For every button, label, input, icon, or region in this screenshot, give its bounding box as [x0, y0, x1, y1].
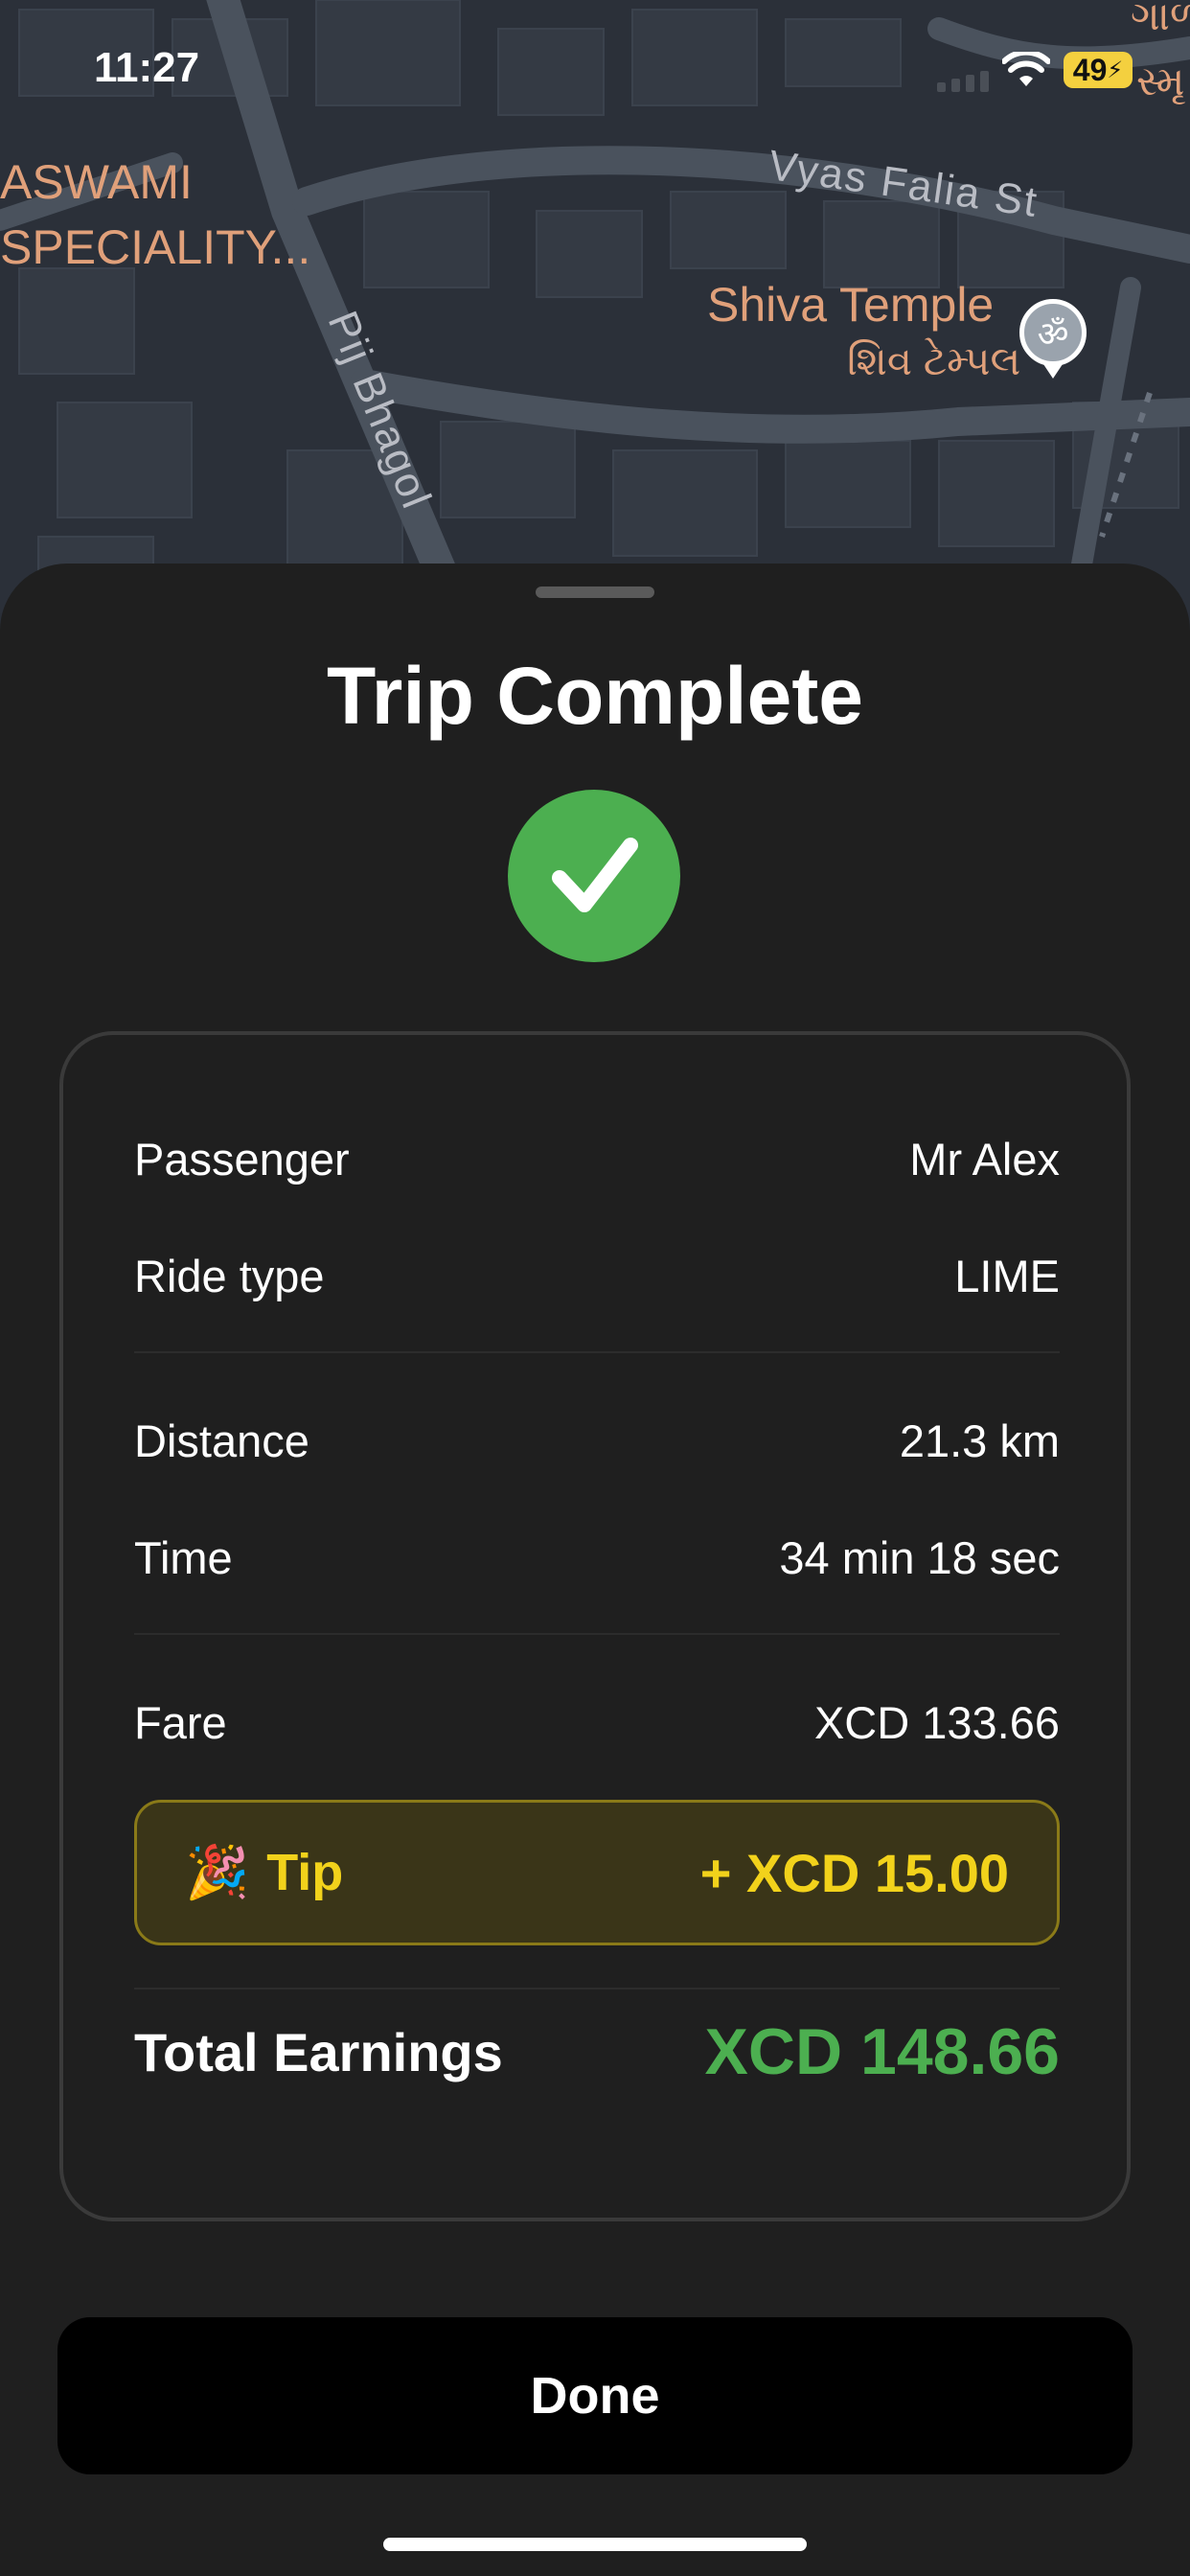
om-icon[interactable]: ॐ	[1019, 299, 1087, 366]
tip-value: + XCD 15.00	[699, 1842, 1009, 1903]
ride-type-label: Ride type	[134, 1251, 325, 1301]
passenger-row: Passenger Mr Alex	[134, 1133, 1060, 1185]
checkmark-icon	[508, 790, 680, 962]
passenger-value: Mr Alex	[909, 1134, 1060, 1184]
map-label-hospital-line1[interactable]: ASWAMI	[0, 153, 193, 211]
total-earnings-row: Total Earnings XCD 148.66	[134, 2014, 1060, 2089]
battery-level: 49	[1072, 52, 1108, 87]
distance-value: 21.3 km	[899, 1415, 1060, 1466]
divider	[134, 1633, 1060, 1635]
wifi-icon	[1002, 52, 1050, 86]
time-label: Time	[134, 1532, 233, 1583]
fare-value: XCD 133.66	[813, 1697, 1060, 1748]
map-label-temple-en[interactable]: Shiva Temple	[707, 276, 994, 334]
map-label-temple-gu[interactable]: શિવ ટેમ્પલ	[847, 337, 1020, 385]
cellular-signal-icon	[937, 71, 989, 92]
sheet-title: Trip Complete	[326, 651, 864, 741]
party-popper-icon: 🎉	[185, 1843, 250, 1901]
passenger-label: Passenger	[134, 1134, 350, 1184]
sheet-grabber[interactable]	[536, 586, 654, 598]
time-value: 34 min 18 sec	[779, 1532, 1060, 1583]
trip-summary-card: Passenger Mr Alex Ride type LIME Distanc…	[59, 1031, 1131, 2221]
tip-label: Tip	[266, 1844, 344, 1901]
total-earnings-label: Total Earnings	[134, 2021, 503, 2082]
status-bar: 11:27 49 ⚡	[0, 0, 1190, 134]
status-time: 11:27	[94, 44, 200, 91]
ride-type-row: Ride type LIME	[134, 1250, 1060, 1302]
divider	[134, 1351, 1060, 1353]
fare-row: Fare XCD 133.66	[134, 1696, 1060, 1749]
distance-row: Distance 21.3 km	[134, 1414, 1060, 1467]
trip-complete-sheet: Trip Complete Passenger Mr Alex Ride typ…	[0, 564, 1190, 2576]
done-button[interactable]: Done	[57, 2317, 1133, 2474]
divider	[134, 1988, 1060, 1990]
battery-icon: 49 ⚡	[1064, 52, 1133, 88]
total-earnings-value: XCD 148.66	[704, 2015, 1060, 2088]
time-row: Time 34 min 18 sec	[134, 1531, 1060, 1584]
fare-label: Fare	[134, 1697, 227, 1748]
map-label-hospital-line2[interactable]: SPECIALITY...	[0, 218, 310, 276]
tip-banner: 🎉 Tip + XCD 15.00	[134, 1800, 1060, 1945]
ride-type-value: LIME	[954, 1251, 1060, 1301]
home-indicator[interactable]	[383, 2538, 807, 2551]
distance-label: Distance	[134, 1415, 309, 1466]
